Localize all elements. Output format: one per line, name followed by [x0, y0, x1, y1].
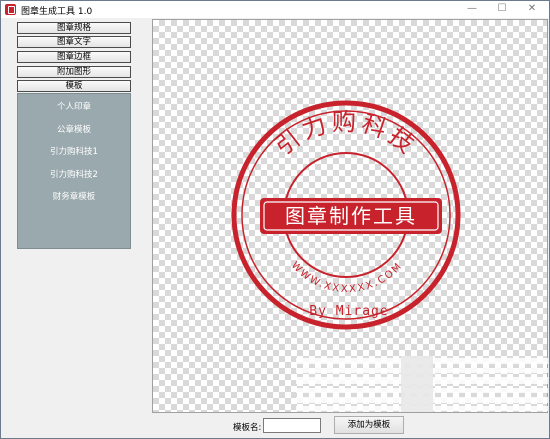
- seal-border-button[interactable]: 图章边框: [17, 51, 131, 63]
- watermark-graphic: [296, 356, 548, 412]
- seal-banner-text: 图章制作工具: [285, 204, 417, 228]
- template-button[interactable]: 模板: [17, 80, 131, 92]
- template-name-label: 模板名:: [233, 423, 262, 433]
- close-icon[interactable]: ✕: [519, 1, 545, 18]
- app-window: 图章生成工具 1.0 — ☐ ✕ 图章规格 图章文字 图章边框 附加图形 模板 …: [0, 0, 550, 439]
- seal-preview-canvas: 引力购科技 WWW.XXXXXX.COM 图章制作工具 By Mirage: [152, 19, 548, 413]
- window-title: 图章生成工具 1.0: [21, 7, 93, 17]
- stamp-app-icon: [5, 4, 16, 15]
- template-item-personal-seal[interactable]: 个人印章: [18, 100, 130, 112]
- minimize-icon[interactable]: —: [459, 1, 485, 18]
- seal-text-button[interactable]: 图章文字: [17, 36, 131, 48]
- template-item-official-seal[interactable]: 公章模板: [18, 123, 130, 135]
- maximize-icon[interactable]: ☐: [489, 1, 515, 18]
- template-item-finance-seal[interactable]: 财务章模板: [18, 190, 130, 202]
- seal-graphic: 引力购科技 WWW.XXXXXX.COM 图章制作工具 By Mirage: [231, 100, 461, 330]
- template-list-panel: 个人印章 公章模板 引力购科技1 引力购科技2 财务章模板: [17, 93, 131, 249]
- template-name-input[interactable]: [263, 418, 321, 433]
- extra-shape-button[interactable]: 附加图形: [17, 66, 131, 78]
- template-item-yinli-2[interactable]: 引力购科技2: [18, 168, 130, 180]
- seal-signature-text: By Mirage: [309, 304, 388, 319]
- template-item-yinli-1[interactable]: 引力购科技1: [18, 145, 130, 157]
- seal-spec-button[interactable]: 图章规格: [17, 22, 131, 34]
- title-bar: 图章生成工具 1.0 — ☐ ✕: [1, 1, 549, 18]
- add-as-template-button[interactable]: 添加为模板: [334, 416, 404, 434]
